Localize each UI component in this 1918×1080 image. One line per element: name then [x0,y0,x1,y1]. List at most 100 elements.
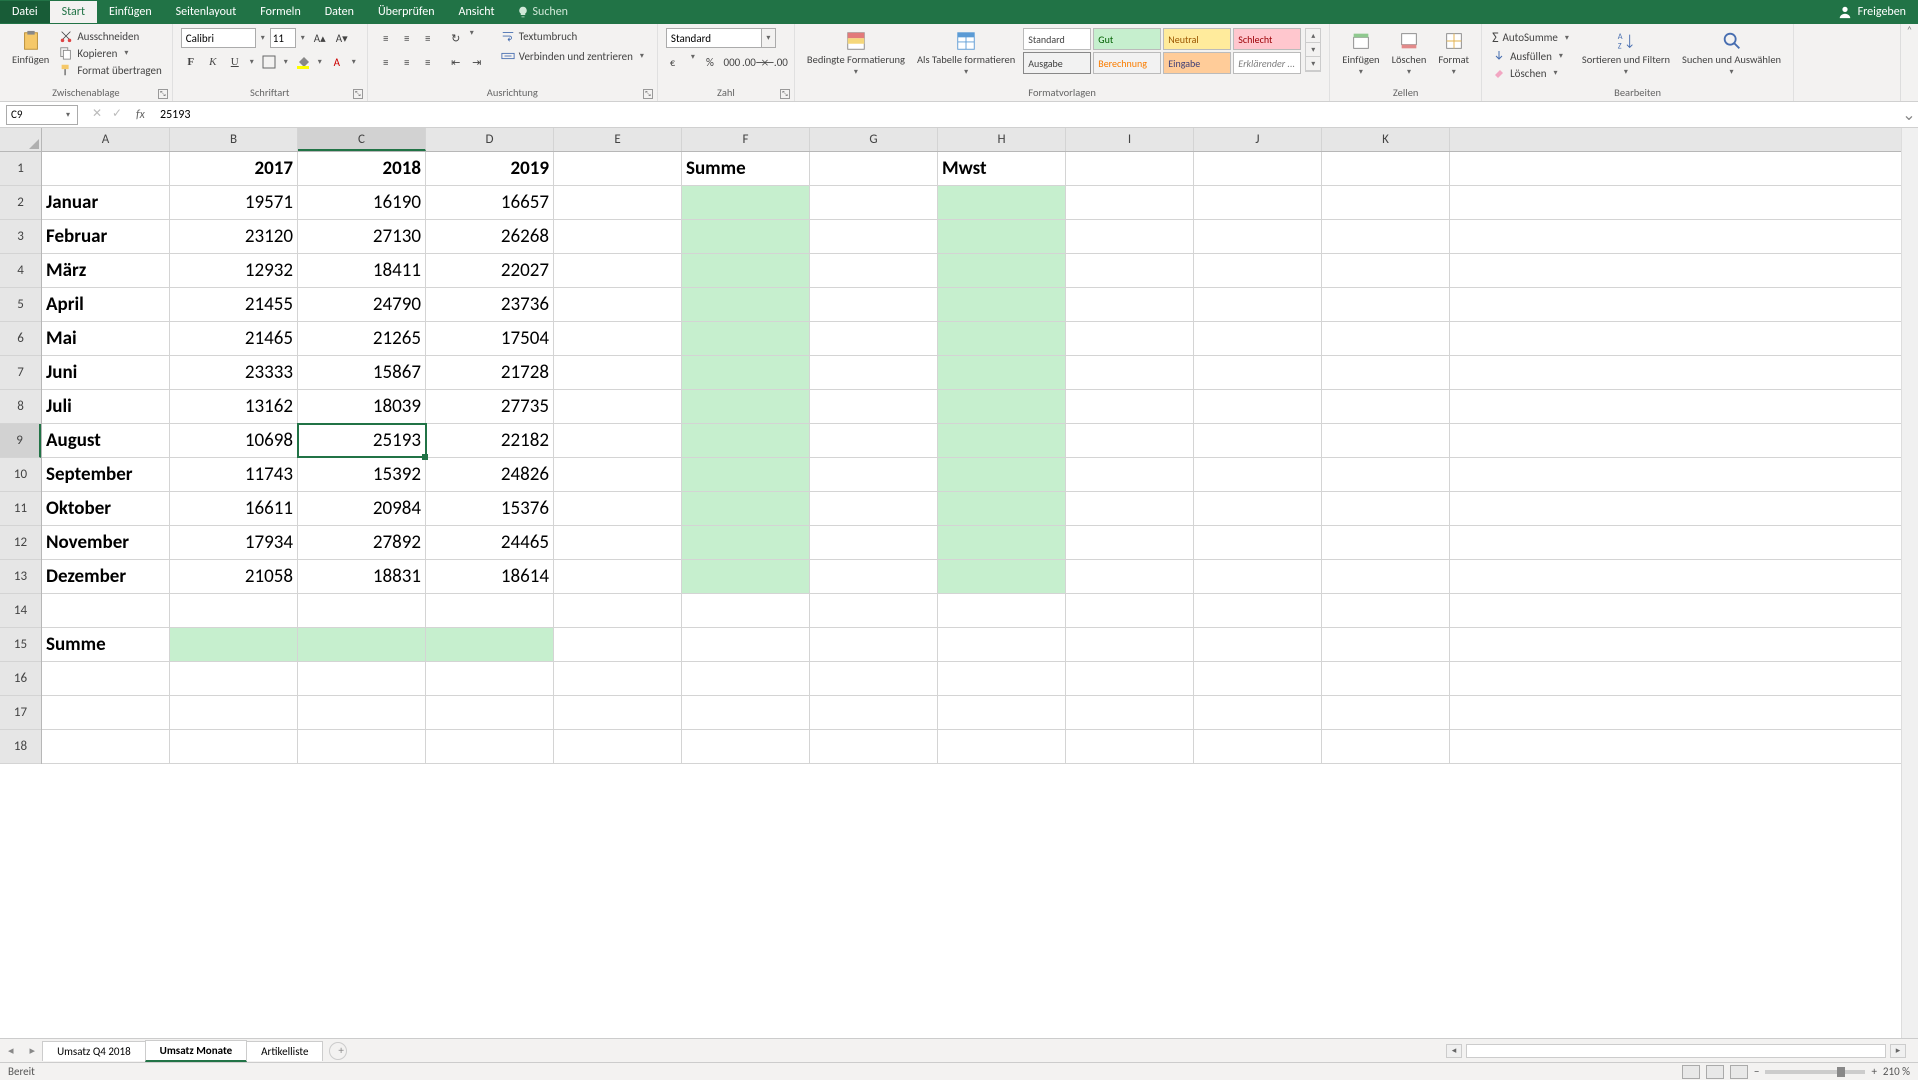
cell-I17[interactable] [1066,696,1194,729]
cell-A16[interactable] [42,662,170,695]
cell-B15[interactable] [170,628,298,661]
cell-C1[interactable]: 2018 [298,152,426,185]
cell-F13[interactable] [682,560,810,593]
tell-me-search[interactable]: Suchen [517,5,568,19]
fill-button[interactable]: Ausfüllen▾ [1490,48,1574,64]
style-neutral[interactable]: Neutral [1163,28,1231,50]
row-header-14[interactable]: 14 [0,594,41,628]
format-painter-button[interactable]: Format übertragen [57,62,163,78]
col-header-I[interactable]: I [1066,128,1194,151]
cell-E9[interactable] [554,424,682,457]
share-button[interactable]: Freigeben [1838,5,1906,19]
cell-D5[interactable]: 23736 [426,288,554,321]
cell-J7[interactable] [1194,356,1322,389]
cell-C12[interactable]: 27892 [298,526,426,559]
cell-B5[interactable]: 21455 [170,288,298,321]
cell-D7[interactable]: 21728 [426,356,554,389]
cell-J17[interactable] [1194,696,1322,729]
cell-G16[interactable] [810,662,938,695]
cell-C18[interactable] [298,730,426,763]
cell-D8[interactable]: 27735 [426,390,554,423]
dialog-launcher-icon[interactable]: ⤡ [158,89,168,99]
cell-K1[interactable] [1322,152,1450,185]
accept-icon[interactable]: ✓ [108,106,126,124]
sheet-nav-prev[interactable]: ◂ [0,1044,22,1057]
zoom-out-button[interactable]: − [1754,1065,1759,1078]
cell-K12[interactable] [1322,526,1450,559]
cell-C9[interactable]: 25193 [298,424,426,457]
row-header-3[interactable]: 3 [0,220,41,254]
cell-H6[interactable] [938,322,1066,355]
cell-A9[interactable]: August [42,424,170,457]
cell-B18[interactable] [170,730,298,763]
sheet-tab-2[interactable]: Artikelliste [246,1041,323,1061]
tab-einfuegen[interactable]: Einfügen [97,1,164,23]
cell-D17[interactable] [426,696,554,729]
row-header-18[interactable]: 18 [0,730,41,764]
cell-K15[interactable] [1322,628,1450,661]
cell-C11[interactable]: 20984 [298,492,426,525]
cell-A4[interactable]: März [42,254,170,287]
cell-G12[interactable] [810,526,938,559]
cell-B10[interactable]: 11743 [170,458,298,491]
cell-G10[interactable] [810,458,938,491]
style-standard[interactable]: Standard [1023,28,1091,50]
cell-F16[interactable] [682,662,810,695]
row-header-6[interactable]: 6 [0,322,41,356]
view-page-layout-icon[interactable] [1706,1065,1724,1079]
cell-D9[interactable]: 22182 [426,424,554,457]
cell-F7[interactable] [682,356,810,389]
cell-I18[interactable] [1066,730,1194,763]
cell-H13[interactable] [938,560,1066,593]
col-header-F[interactable]: F [682,128,810,151]
cell-I7[interactable] [1066,356,1194,389]
row-header-17[interactable]: 17 [0,696,41,730]
cell-F15[interactable] [682,628,810,661]
wrap-text-button[interactable]: Textumbruch [499,28,649,44]
sheet-tab-1[interactable]: Umsatz Monate [145,1040,248,1062]
cell-J11[interactable] [1194,492,1322,525]
cell-B16[interactable] [170,662,298,695]
tab-start[interactable]: Start [50,1,97,23]
cell-H9[interactable] [938,424,1066,457]
cell-A18[interactable] [42,730,170,763]
cell-F11[interactable] [682,492,810,525]
cell-D18[interactable] [426,730,554,763]
cell-J4[interactable] [1194,254,1322,287]
cell-B2[interactable]: 19571 [170,186,298,219]
col-header-K[interactable]: K [1322,128,1450,151]
cell-A11[interactable]: Oktober [42,492,170,525]
cell-B3[interactable]: 23120 [170,220,298,253]
cell-J15[interactable] [1194,628,1322,661]
cell-D6[interactable]: 17504 [426,322,554,355]
cell-I2[interactable] [1066,186,1194,219]
cell-I10[interactable] [1066,458,1194,491]
sheet-tab-0[interactable]: Umsatz Q4 2018 [42,1041,146,1061]
cell-K17[interactable] [1322,696,1450,729]
cell-F9[interactable] [682,424,810,457]
zoom-slider[interactable] [1765,1070,1865,1074]
cell-B6[interactable]: 21465 [170,322,298,355]
cell-I14[interactable] [1066,594,1194,627]
cell-E17[interactable] [554,696,682,729]
cell-E3[interactable] [554,220,682,253]
select-all-corner[interactable] [0,128,42,152]
cell-H3[interactable] [938,220,1066,253]
cell-I3[interactable] [1066,220,1194,253]
cell-C2[interactable]: 16190 [298,186,426,219]
cell-B13[interactable]: 21058 [170,560,298,593]
cell-D11[interactable]: 15376 [426,492,554,525]
cell-E11[interactable] [554,492,682,525]
cell-A6[interactable]: Mai [42,322,170,355]
style-gut[interactable]: Gut [1093,28,1161,50]
cell-I4[interactable] [1066,254,1194,287]
cell-C15[interactable] [298,628,426,661]
cell-D10[interactable]: 24826 [426,458,554,491]
cell-F1[interactable]: Summe [682,152,810,185]
cell-C6[interactable]: 21265 [298,322,426,355]
cell-D3[interactable]: 26268 [426,220,554,253]
col-header-A[interactable]: A [42,128,170,151]
dialog-launcher-icon[interactable]: ⤡ [353,89,363,99]
cell-J2[interactable] [1194,186,1322,219]
tab-seitenlayout[interactable]: Seitenlayout [164,1,249,23]
